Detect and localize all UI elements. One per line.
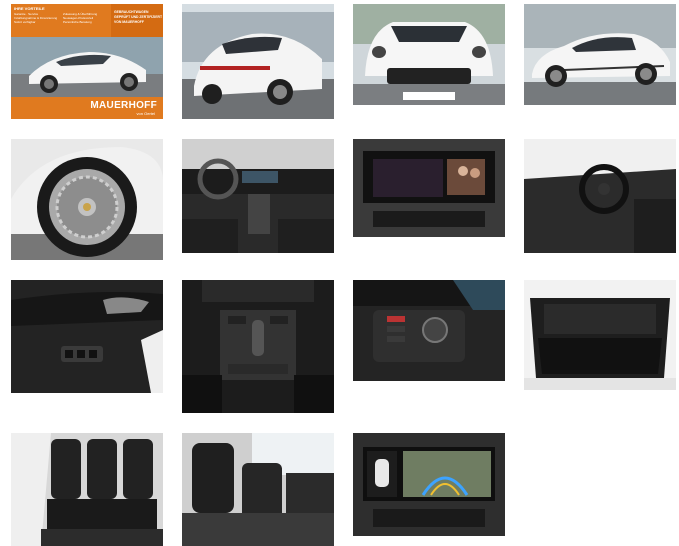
car-photo-center-console <box>182 280 334 413</box>
thumbnail-exterior-side[interactable] <box>524 4 676 105</box>
car-photo-cockpit <box>182 139 334 253</box>
thumbnail-steering-wheel[interactable] <box>524 139 676 253</box>
car-photo-front-seats <box>182 433 334 546</box>
car-photo-wheel <box>11 139 163 260</box>
car-photo-exterior-rear <box>182 4 334 119</box>
thumbnail-cockpit[interactable] <box>182 139 334 253</box>
thumbnail-exterior-front[interactable] <box>353 4 505 105</box>
thumbnail-wheel[interactable] <box>11 139 163 260</box>
car-photo-steering <box>524 139 676 253</box>
car-photo-reversing-camera <box>353 433 505 536</box>
car-photo-rear-seats <box>11 433 163 546</box>
dealer-logo-subtext: von Oertel <box>136 111 155 116</box>
thumbnail-exterior-rear[interactable] <box>182 4 334 119</box>
car-photo-light-switch <box>353 280 505 381</box>
thumbnail-luggage-compartment[interactable] <box>524 280 676 390</box>
thumbnail-exterior-front-banner[interactable]: IHRE VORTEILE Garantie · Service Inzahlu… <box>11 4 163 119</box>
banner-left-line: Sofort verfügbar <box>14 20 36 24</box>
banner-mid-line: Persönliche Beratung <box>63 20 92 24</box>
banner-mid-lines: Zulassung & Überführung Neuwagen-Preisvo… <box>63 12 97 24</box>
thumbnail-rear-seats[interactable] <box>11 433 163 546</box>
car-photo-door-panel <box>11 280 163 393</box>
car-photo-infotainment <box>353 139 505 237</box>
banner-right-lines: GEBRAUCHTWAGEN GEPRÜFT UND ZERTIFIZIERT … <box>114 10 162 25</box>
banner-right-line: VON MAUERHOFF <box>114 20 144 24</box>
thumbnail-light-switch[interactable] <box>353 280 505 381</box>
car-photo-luggage <box>524 280 676 390</box>
thumbnail-door-panel[interactable] <box>11 280 163 393</box>
thumbnail-reversing-camera[interactable] <box>353 433 505 536</box>
thumbnail-center-console[interactable] <box>182 280 334 413</box>
banner-left-title: IHRE VORTEILE <box>14 6 45 11</box>
car-photo-exterior-side <box>524 4 676 105</box>
banner-left-lines: Garantie · Service Inzahlungnahme & Fina… <box>14 12 57 24</box>
thumbnail-infotainment[interactable] <box>353 139 505 237</box>
car-photo-exterior-front-view <box>353 4 505 105</box>
dealer-logo-text: MAUERHOFF <box>90 100 157 111</box>
thumbnail-front-seats[interactable] <box>182 433 334 546</box>
